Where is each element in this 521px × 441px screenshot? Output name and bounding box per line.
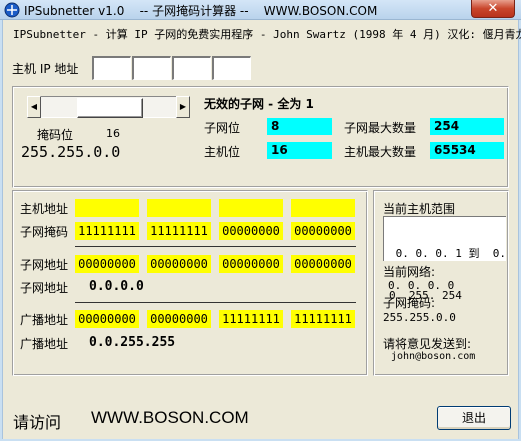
max-hosts-label: 主机最大数量 <box>344 145 417 159</box>
host-range-box[interactable]: 0. 0. 0. 1 到 0. 0. 255. 254 <box>383 216 506 302</box>
broadcast-address-text-label: 广播地址 <box>20 337 69 351</box>
close-button[interactable]: ✕ <box>471 0 515 18</box>
host-bits-label: 主机位 <box>204 145 241 159</box>
ip-octet-1-input[interactable] <box>92 56 131 80</box>
mask-bits-value: 16 <box>106 127 120 140</box>
mask-bits-slider[interactable]: ◀ ▶ <box>27 96 190 118</box>
subnet-address-bits-1: 00000000 <box>75 255 139 273</box>
mask-value: 255.255.0.0 <box>21 143 121 161</box>
subnet-bits-value: 8 <box>267 118 332 135</box>
slider-track[interactable] <box>41 96 176 118</box>
window-title: IPSubnetter v1.0 -- 子网掩码计算器 -- WWW.BOSON… <box>24 4 378 18</box>
host-range-label: 当前主机范围 <box>383 202 456 216</box>
email-value[interactable]: john@boson.com <box>391 351 475 362</box>
ip-octet-3-input[interactable] <box>172 56 211 80</box>
side-mask-label: 子网掩码: <box>383 296 436 310</box>
subtitle-text: IPSubnetter - 计算 IP 子网的免费实用程序 - John Swa… <box>13 28 521 41</box>
broadcast-bits-4: 11111111 <box>291 310 355 328</box>
subnet-mask-bits-1: 11111111 <box>75 222 139 240</box>
subnet-mask-bits-4: 00000000 <box>291 222 355 240</box>
subnet-address-value: 0.0.0.0 <box>89 279 144 294</box>
host-address-bits-4 <box>291 199 355 217</box>
slider-left-arrow-icon[interactable]: ◀ <box>27 96 41 118</box>
current-network-value: 0. 0. 0. 0 <box>388 279 455 292</box>
broadcast-bits-1: 00000000 <box>75 310 139 328</box>
host-address-label: 主机地址 <box>20 202 69 216</box>
subnet-address-bits-3: 00000000 <box>219 255 283 273</box>
host-bits-value: 16 <box>267 142 332 159</box>
current-network-label: 当前网络: <box>383 265 436 279</box>
divider-2 <box>75 302 356 303</box>
invalid-subnet-text: 无效的子网 - 全为 1 <box>204 97 314 111</box>
host-address-bits-2 <box>147 199 211 217</box>
subnet-address-label: 子网地址 <box>20 258 69 272</box>
main-window: IPSubnetter - 计算 IP 子网的免费实用程序 - John Swa… <box>2 20 521 439</box>
subnet-mask-bits-3: 00000000 <box>219 222 283 240</box>
subnet-mask-label: 子网掩码 <box>20 225 69 239</box>
broadcast-bits-2: 00000000 <box>147 310 211 328</box>
host-address-bits-1 <box>75 199 139 217</box>
divider-1 <box>75 246 356 247</box>
slider-thumb[interactable] <box>77 98 143 118</box>
max-subnets-label: 子网最大数量 <box>344 121 417 135</box>
max-hosts-value: 65534 <box>430 142 504 159</box>
title-bar: IPSubnetter v1.0 -- 子网掩码计算器 -- WWW.BOSON… <box>0 0 521 20</box>
website-link[interactable]: WWW.BOSON.COM <box>91 408 249 428</box>
slider-right-arrow-icon[interactable]: ▶ <box>176 96 190 118</box>
feedback-label: 请将意见发送到: <box>383 337 472 351</box>
broadcast-address-label: 广播地址 <box>20 313 69 327</box>
visit-label: 请访问 <box>13 413 62 432</box>
subnet-address-text-label: 子网地址 <box>20 281 69 295</box>
subnet-mask-bits-2: 11111111 <box>147 222 211 240</box>
host-range-line-1: 0. 0. 0. 1 到 0. <box>389 247 506 260</box>
subnet-address-bits-2: 00000000 <box>147 255 211 273</box>
subnet-bits-label: 子网位 <box>204 121 241 135</box>
broadcast-address-value: 0.0.255.255 <box>89 335 176 350</box>
ip-octet-4-input[interactable] <box>212 56 251 80</box>
mask-bits-label: 掩码位 <box>37 128 74 142</box>
app-icon <box>4 2 20 18</box>
exit-button[interactable]: 退出 <box>437 406 511 430</box>
ip-octet-2-input[interactable] <box>132 56 171 80</box>
broadcast-bits-3: 11111111 <box>219 310 283 328</box>
host-address-bits-3 <box>219 199 283 217</box>
side-mask-value: 255.255.0.0 <box>383 311 456 324</box>
host-ip-label: 主机 IP 地址 <box>12 62 79 76</box>
subnet-address-bits-4: 00000000 <box>291 255 355 273</box>
max-subnets-value: 254 <box>430 118 504 135</box>
